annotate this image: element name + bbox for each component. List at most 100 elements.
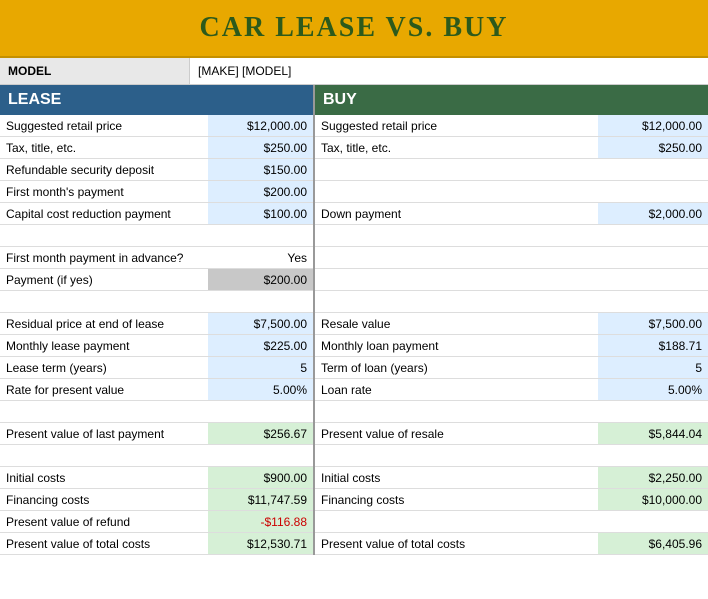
- row-value: [208, 445, 313, 466]
- row-value[interactable]: $7,500.00: [598, 313, 708, 334]
- table-row: Refundable security deposit $150.00: [0, 159, 313, 181]
- table-row: Tax, title, etc. $250.00: [315, 137, 708, 159]
- lease-column: LEASE Suggested retail price $12,000.00 …: [0, 85, 315, 555]
- app-title: CAR LEASE VS. BUY: [0, 0, 708, 58]
- model-value[interactable]: [MAKE] [MODEL]: [190, 58, 708, 84]
- spacer-row: [0, 401, 313, 423]
- table-row: Initial costs $900.00: [0, 467, 313, 489]
- row-value: $2,250.00: [598, 467, 708, 488]
- table-row: Financing costs $11,747.59: [0, 489, 313, 511]
- table-row: Suggested retail price $12,000.00: [315, 115, 708, 137]
- row-label: [315, 225, 598, 246]
- table-row: Loan rate 5.00%: [315, 379, 708, 401]
- row-value: $10,000.00: [598, 489, 708, 510]
- row-value: $5,844.04: [598, 423, 708, 444]
- row-label: [0, 225, 208, 246]
- row-value[interactable]: $2,000.00: [598, 203, 708, 224]
- row-value: [208, 401, 313, 422]
- row-label: [315, 445, 598, 466]
- table-row: Present value of refund -$116.88: [0, 511, 313, 533]
- row-label: Financing costs: [0, 489, 208, 510]
- row-value: $6,405.96: [598, 533, 708, 554]
- model-row: MODEL [MAKE] [MODEL]: [0, 58, 708, 85]
- row-label: Monthly loan payment: [315, 335, 598, 356]
- row-value[interactable]: 5.00%: [598, 379, 708, 400]
- row-label: Present value of resale: [315, 423, 598, 444]
- table-row: Rate for present value 5.00%: [0, 379, 313, 401]
- row-value: -$116.88: [208, 511, 313, 532]
- row-value: $256.67: [208, 423, 313, 444]
- table-row: Payment (if yes) $200.00: [0, 269, 313, 291]
- row-label: [315, 291, 598, 312]
- row-value[interactable]: $250.00: [598, 137, 708, 158]
- row-value: [598, 291, 708, 312]
- row-value[interactable]: $200.00: [208, 269, 313, 290]
- table-row: Initial costs $2,250.00: [315, 467, 708, 489]
- row-label: Resale value: [315, 313, 598, 334]
- row-label: [315, 511, 598, 532]
- row-label: Present value of total costs: [315, 533, 598, 554]
- row-value[interactable]: 5: [598, 357, 708, 378]
- row-value[interactable]: $7,500.00: [208, 313, 313, 334]
- row-label: Present value of refund: [0, 511, 208, 532]
- buy-column: BUY Suggested retail price $12,000.00 Ta…: [315, 85, 708, 555]
- row-label: Term of loan (years): [315, 357, 598, 378]
- row-label: Rate for present value: [0, 379, 208, 400]
- spacer-row: [315, 247, 708, 269]
- row-label: Tax, title, etc.: [0, 137, 208, 158]
- table-row: Lease term (years) 5: [0, 357, 313, 379]
- row-label: Residual price at end of lease: [0, 313, 208, 334]
- table-row: Capital cost reduction payment $100.00: [0, 203, 313, 225]
- row-value[interactable]: $188.71: [598, 335, 708, 356]
- table-row: Present value of total costs $6,405.96: [315, 533, 708, 555]
- table-row: Present value of total costs $12,530.71: [0, 533, 313, 555]
- row-label: First month payment in advance?: [0, 247, 208, 268]
- table-row: Term of loan (years) 5: [315, 357, 708, 379]
- row-label: [315, 181, 598, 202]
- row-value[interactable]: Yes: [208, 247, 313, 268]
- table-row: Tax, title, etc. $250.00: [0, 137, 313, 159]
- row-value[interactable]: $12,000.00: [598, 115, 708, 136]
- row-value: [598, 511, 708, 532]
- table-row: Monthly lease payment $225.00: [0, 335, 313, 357]
- row-value[interactable]: 5: [208, 357, 313, 378]
- row-value[interactable]: $225.00: [208, 335, 313, 356]
- table-row: First month's payment $200.00: [0, 181, 313, 203]
- spacer-row: [315, 159, 708, 181]
- row-value[interactable]: $150.00: [208, 159, 313, 180]
- row-label: Tax, title, etc.: [315, 137, 598, 158]
- row-value[interactable]: 5.00%: [208, 379, 313, 400]
- row-label: Refundable security deposit: [0, 159, 208, 180]
- row-label: Capital cost reduction payment: [0, 203, 208, 224]
- spacer-row: [315, 225, 708, 247]
- row-value[interactable]: $100.00: [208, 203, 313, 224]
- spacer-row: [315, 269, 708, 291]
- row-label: Monthly lease payment: [0, 335, 208, 356]
- model-label: MODEL: [0, 58, 190, 84]
- table-row: Suggested retail price $12,000.00: [0, 115, 313, 137]
- row-label: Financing costs: [315, 489, 598, 510]
- row-label: [315, 247, 598, 268]
- spacer-row: [315, 401, 708, 423]
- spacer-row: [0, 445, 313, 467]
- table-row: Monthly loan payment $188.71: [315, 335, 708, 357]
- row-value: $12,530.71: [208, 533, 313, 554]
- row-value[interactable]: $200.00: [208, 181, 313, 202]
- row-value: [598, 225, 708, 246]
- row-value: $11,747.59: [208, 489, 313, 510]
- row-label: Payment (if yes): [0, 269, 208, 290]
- lease-header: LEASE: [0, 85, 313, 115]
- main-columns: LEASE Suggested retail price $12,000.00 …: [0, 85, 708, 555]
- row-label: Present value of last payment: [0, 423, 208, 444]
- spacer-row: [315, 445, 708, 467]
- row-value[interactable]: $12,000.00: [208, 115, 313, 136]
- row-value[interactable]: $250.00: [208, 137, 313, 158]
- row-label: [0, 445, 208, 466]
- row-value: [598, 445, 708, 466]
- row-value: [208, 291, 313, 312]
- row-value: [598, 401, 708, 422]
- spacer-row: [0, 291, 313, 313]
- row-label: Suggested retail price: [315, 115, 598, 136]
- row-label: Down payment: [315, 203, 598, 224]
- spacer-row: [0, 225, 313, 247]
